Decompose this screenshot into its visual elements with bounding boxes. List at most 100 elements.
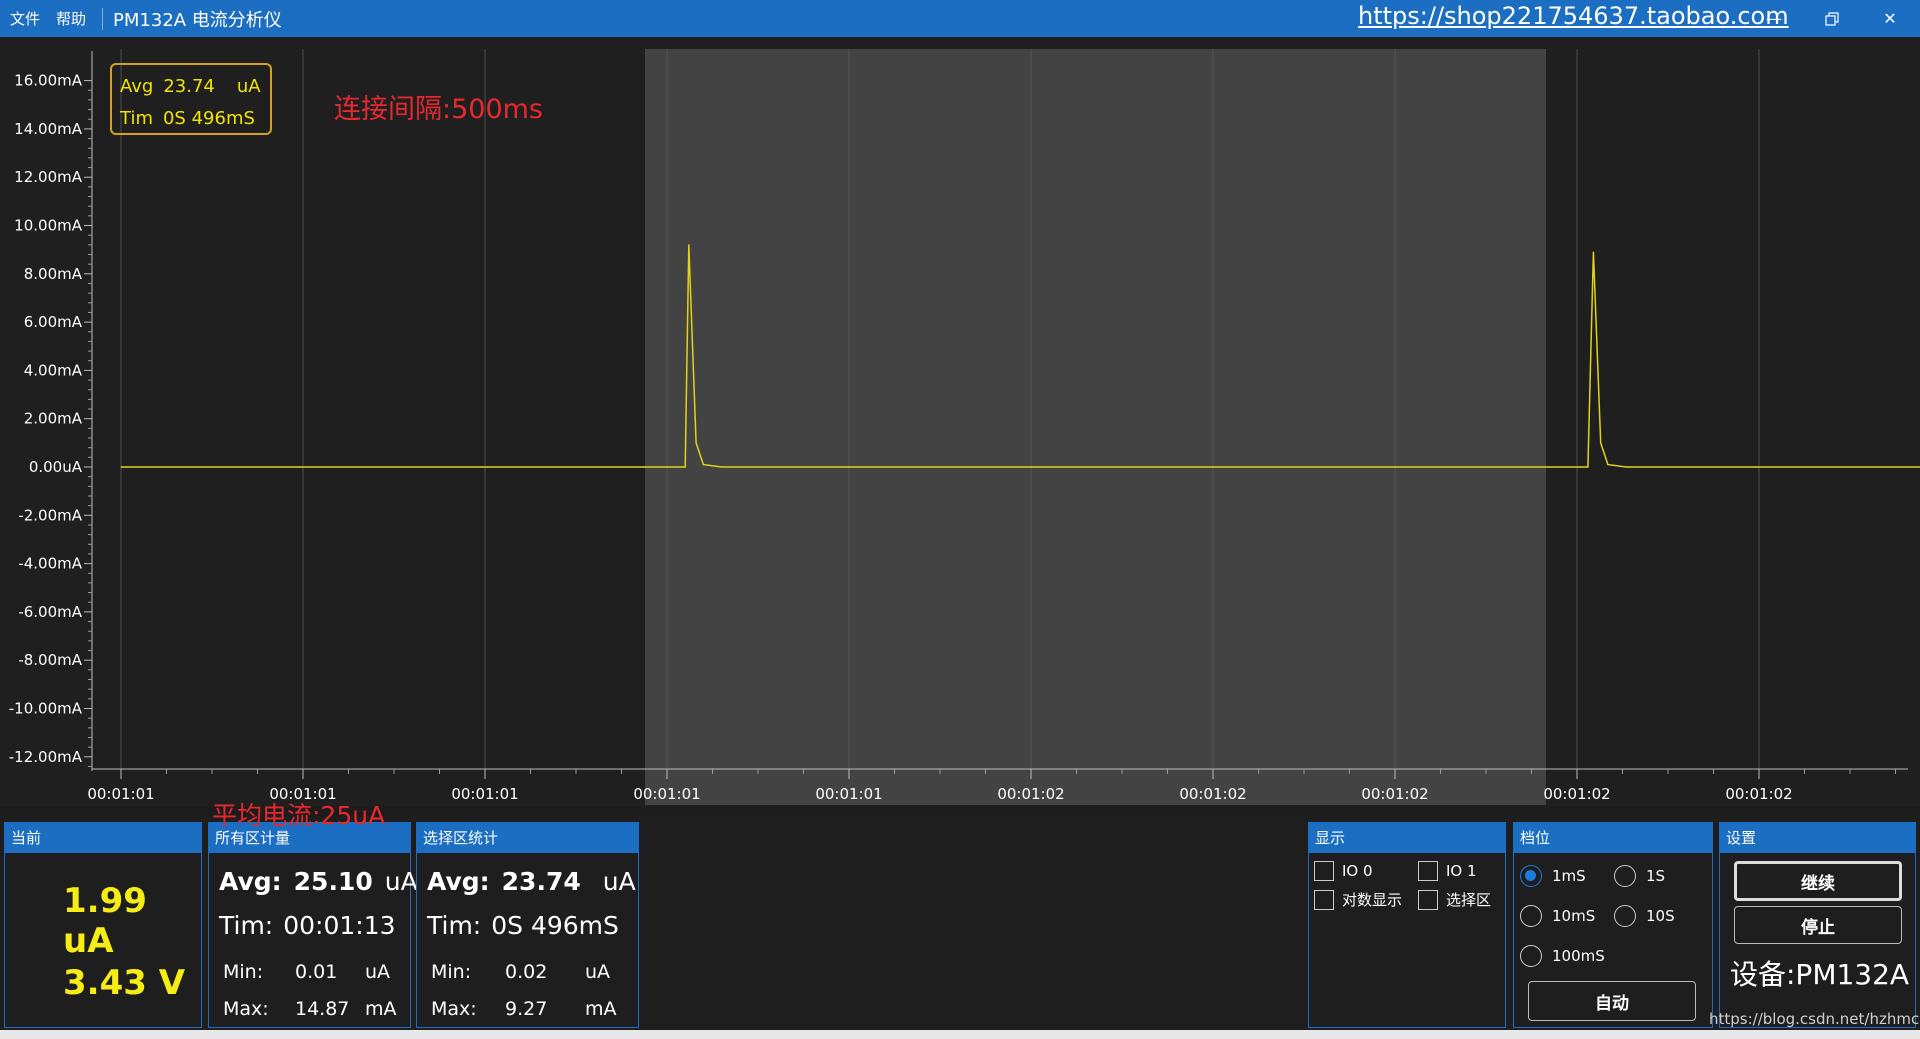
stat-avg-label: Avg	[120, 76, 154, 97]
bottom-strip	[0, 1030, 1920, 1039]
x-tick-label: 00:01:02	[1361, 785, 1428, 803]
settings-panel: 设置 继续 停止 设备:PM132A	[1719, 822, 1916, 1028]
current-data-point	[1592, 251, 1594, 253]
range-10s-radio[interactable]	[1614, 905, 1636, 927]
range-1ms-label: 1mS	[1552, 867, 1586, 885]
current-chart[interactable]: 16.00mA 14.00mA 12.00mA 10.00mA 8.00mA 6.00mA…	[0, 37, 1920, 807]
y-tick-label: 8.00mA	[24, 265, 83, 283]
all-max-value: 14.87	[295, 998, 350, 1020]
restore-button[interactable]	[1804, 0, 1860, 37]
stat-tim-value: 0S 496mS	[162, 108, 255, 129]
title-separator	[102, 7, 104, 30]
sel-min-unit: uA	[585, 961, 611, 983]
y-tick-label: 12.00mA	[14, 168, 83, 186]
io1-label: IO 1	[1446, 862, 1477, 880]
current-data-point	[684, 466, 686, 468]
sel-avg-unit: uA	[602, 867, 636, 896]
y-tick-label: 14.00mA	[14, 120, 83, 138]
display-panel: 显示 IO 0 IO 1 对数显示 选择区	[1308, 822, 1506, 1028]
current-data-point	[688, 244, 690, 246]
y-tick-label: 16.00mA	[14, 72, 83, 90]
stat-avg-unit: uA	[236, 76, 261, 97]
io0-option[interactable]: IO 0	[1314, 861, 1373, 881]
selection-stats-panel: 选择区统计 Avg: 23.74 uA Tim: 0S 496mS Min: 0…	[416, 822, 639, 1028]
minimize-button[interactable]: —	[1746, 0, 1802, 37]
minimize-icon: —	[1766, 9, 1782, 28]
sel-max-value: 9.27	[505, 998, 548, 1020]
close-button[interactable]: ✕	[1862, 0, 1918, 37]
selection-area-option[interactable]: 选择区	[1418, 889, 1491, 910]
range-100ms-radio[interactable]	[1520, 945, 1542, 967]
sel-max-label: Max:	[431, 998, 477, 1020]
range-1s-label: 1S	[1646, 867, 1666, 885]
all-min-label: Min:	[223, 961, 264, 983]
all-stats-panel: 所有区计量 Avg: 25.10 uA Tim: 00:01:13 Min: 0…	[208, 822, 418, 1028]
range-1s-radio[interactable]	[1614, 865, 1636, 887]
range-100ms-option[interactable]: 100mS	[1520, 945, 1605, 967]
range-1ms-radio[interactable]	[1520, 865, 1542, 887]
x-tick-label: 00:01:01	[87, 785, 154, 803]
settings-panel-title: 设置	[1720, 823, 1915, 853]
stat-tim-label: Tim	[120, 108, 153, 129]
current-panel: 当前 1.99 uA 3.43 V	[4, 822, 202, 1028]
x-tick-label: 00:01:01	[633, 785, 700, 803]
stop-button[interactable]: 停止	[1734, 906, 1902, 944]
range-panel-title: 档位	[1514, 823, 1712, 853]
io1-checkbox[interactable]	[1418, 861, 1438, 881]
current-data-point	[1625, 466, 1627, 468]
range-panel: 档位 1mS 1S 10mS 10S 100mS 自动	[1513, 822, 1713, 1028]
current-data-point	[721, 466, 723, 468]
bottom-panels: 当前 1.99 uA 3.43 V 所有区计量 Avg: 25.10 uA Ti…	[0, 816, 1920, 1039]
selection-area-label: 选择区	[1446, 891, 1492, 909]
all-avg-unit: uA	[384, 867, 418, 896]
display-panel-title: 显示	[1309, 823, 1505, 853]
range-10ms-option[interactable]: 10mS	[1520, 905, 1595, 927]
y-tick-label: 6.00mA	[24, 313, 83, 331]
range-1ms-option[interactable]: 1mS	[1520, 865, 1586, 887]
current-data-point	[702, 463, 705, 466]
log-display-option[interactable]: 对数显示	[1314, 889, 1402, 910]
range-1s-option[interactable]: 1S	[1614, 865, 1665, 887]
y-tick-label: -6.00mA	[18, 603, 82, 621]
sel-min-value: 0.02	[505, 961, 548, 983]
y-tick-label: 10.00mA	[14, 217, 83, 235]
range-10s-option[interactable]: 10S	[1614, 905, 1675, 927]
menu-help[interactable]: 帮助	[56, 8, 86, 29]
selection-region	[645, 49, 1546, 805]
sel-avg-value: 23.74	[501, 867, 581, 896]
continue-button[interactable]: 继续	[1734, 861, 1902, 901]
auto-button[interactable]: 自动	[1528, 981, 1696, 1021]
all-min-unit: uA	[365, 961, 391, 983]
y-tick-label: 2.00mA	[24, 410, 83, 428]
close-icon: ✕	[1883, 9, 1897, 28]
restore-icon	[1825, 11, 1839, 26]
current-data-point	[1607, 463, 1609, 466]
x-tick-label: 00:01:02	[1725, 785, 1792, 803]
range-10ms-radio[interactable]	[1520, 905, 1542, 927]
y-tick-label: -8.00mA	[18, 651, 82, 669]
x-tick-label: 00:01:02	[997, 785, 1064, 803]
current-data-point	[120, 466, 122, 468]
all-avg-label: Avg:	[219, 867, 282, 896]
device-label: 设备:PM132A	[1730, 958, 1910, 991]
watermark: https://blog.csdn.net/hzhmcu	[1709, 1010, 1920, 1028]
plot-area[interactable]: 16.00mA 14.00mA 12.00mA 10.00mA 8.00mA 6.00mA…	[0, 37, 1920, 807]
menu-file[interactable]: 文件	[10, 8, 40, 29]
y-tick-label: -4.00mA	[18, 555, 82, 573]
selection-stats-title: 选择区统计	[417, 823, 638, 853]
io0-checkbox[interactable]	[1314, 861, 1334, 881]
selection-area-checkbox[interactable]	[1418, 889, 1438, 910]
io1-option[interactable]: IO 1	[1418, 861, 1477, 881]
io0-label: IO 0	[1342, 862, 1373, 880]
all-max-label: Max:	[223, 998, 269, 1020]
x-tick-label: 00:01:02	[1179, 785, 1246, 803]
sel-min-label: Min:	[431, 961, 472, 983]
all-avg-value: 25.10	[293, 867, 373, 896]
log-display-label: 对数显示	[1342, 891, 1403, 909]
current-data-point	[1600, 442, 1602, 444]
x-tick-label: 00:01:02	[1543, 785, 1610, 803]
current-reading: 1.99 uA	[63, 881, 147, 961]
stat-avg-value: 23.74	[163, 76, 215, 97]
shop-link[interactable]: https://shop221754637.taobao.com	[1358, 2, 1789, 30]
log-display-checkbox[interactable]	[1314, 889, 1334, 910]
